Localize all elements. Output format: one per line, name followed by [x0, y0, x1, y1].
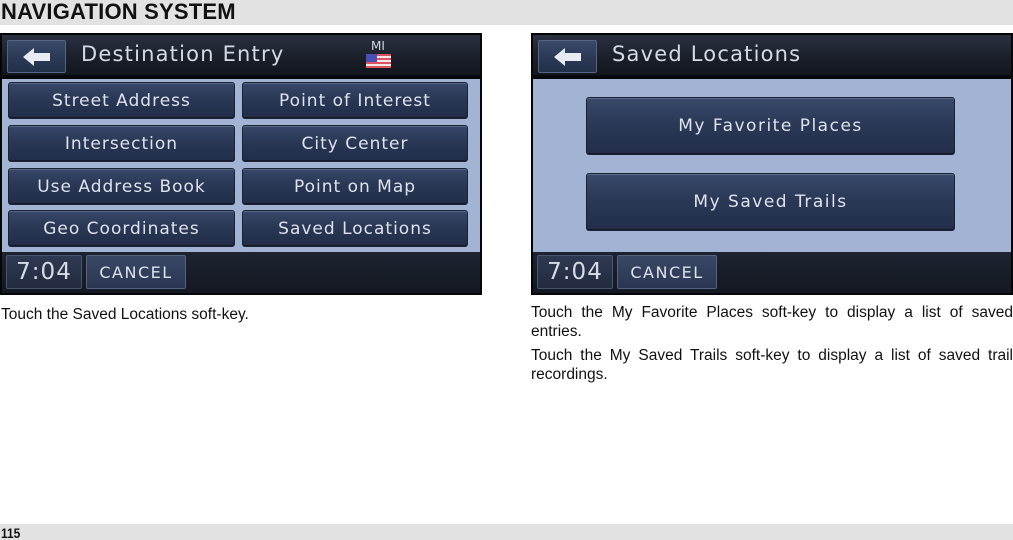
bottom-bar: 7:04 CANCEL [533, 252, 1011, 293]
saved-locations-options: My Favorite Places My Saved Trails [533, 79, 1011, 252]
intersection-button[interactable]: Intersection [8, 125, 235, 162]
page-footer: 115 [0, 524, 1013, 540]
page-header: NAVIGATION SYSTEM [0, 0, 1013, 25]
use-address-book-button[interactable]: Use Address Book [8, 168, 235, 205]
destination-options-grid: Street Address Point of Interest Interse… [2, 79, 480, 252]
cancel-button[interactable]: CANCEL [86, 255, 186, 289]
point-on-map-button[interactable]: Point on Map [242, 168, 468, 205]
favorite-places-caption: Touch the My Favorite Places soft-key to… [531, 304, 1013, 340]
left-caption: Touch the Saved Locations soft-key. [1, 306, 249, 323]
my-saved-trails-button[interactable]: My Saved Trails [586, 173, 955, 231]
bottom-bar: 7:04 CANCEL [2, 252, 480, 293]
city-center-button[interactable]: City Center [242, 125, 468, 162]
street-address-button[interactable]: Street Address [8, 82, 235, 119]
point-of-interest-button[interactable]: Point of Interest [242, 82, 468, 119]
back-button[interactable] [538, 40, 597, 73]
right-caption: Touch the My Favorite Places soft-key to… [531, 303, 1013, 389]
screen-title: Destination Entry [81, 42, 285, 66]
us-flag-icon [365, 54, 391, 68]
page-number: 115 [1, 525, 21, 540]
saved-trails-caption: Touch the My Saved Trails soft-key to di… [531, 347, 1013, 383]
saved-locations-screen: Saved Locations My Favorite Places My Sa… [531, 33, 1013, 295]
back-arrow-icon [22, 47, 50, 66]
clock: 7:04 [6, 255, 82, 289]
saved-locations-button[interactable]: Saved Locations [242, 210, 468, 247]
section-title: NAVIGATION SYSTEM [1, 0, 236, 24]
title-bar: Destination Entry MI [2, 35, 480, 77]
geo-coordinates-button[interactable]: Geo Coordinates [8, 210, 235, 247]
title-bar: Saved Locations [533, 35, 1011, 77]
back-button[interactable] [7, 40, 66, 73]
region-label: MI [371, 39, 385, 53]
screen-title: Saved Locations [612, 42, 802, 66]
clock: 7:04 [537, 255, 613, 289]
cancel-button[interactable]: CANCEL [617, 255, 717, 289]
region-indicator: MI [364, 40, 392, 74]
destination-entry-screen: Destination Entry MI Street Address Poin… [0, 33, 482, 295]
back-arrow-icon [553, 47, 581, 66]
my-favorite-places-button[interactable]: My Favorite Places [586, 97, 955, 155]
